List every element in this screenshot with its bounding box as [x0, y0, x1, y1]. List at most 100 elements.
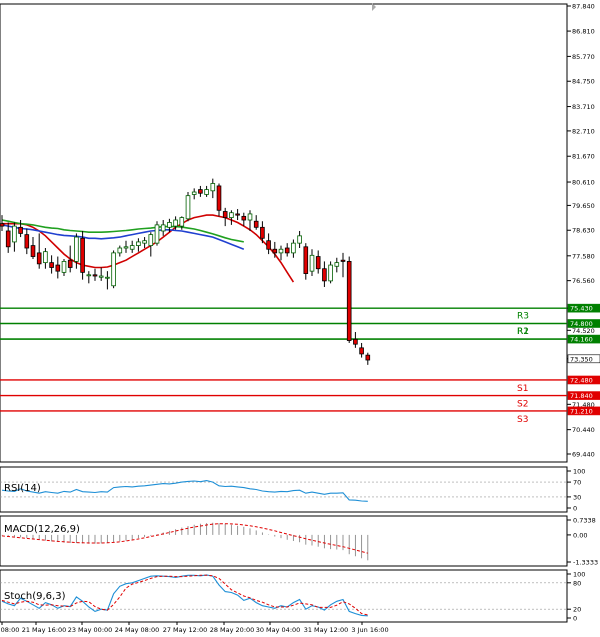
- price-tick-label: 70.440: [572, 426, 595, 434]
- time-tick-label: 08:00: [1, 626, 20, 634]
- candle-body: [185, 195, 191, 220]
- candle-body: [86, 274, 92, 277]
- candle-body: [154, 224, 160, 244]
- price-tag-label: 72.480: [570, 376, 593, 384]
- price-tick-label: 87.840: [572, 3, 595, 11]
- macd-pane-tick-label: 0.7338: [573, 517, 596, 525]
- rsi-pane-tick-label: 70: [573, 479, 581, 487]
- candle-body: [173, 219, 178, 227]
- candle-body: [253, 220, 259, 228]
- candle-body: [148, 234, 154, 246]
- price-tick-label: 79.650: [572, 202, 595, 210]
- price-tag-label: 74.800: [570, 320, 593, 328]
- candle-body: [105, 276, 110, 279]
- time-tick-label: 31 May 12:00: [304, 626, 349, 634]
- candle-body: [216, 185, 222, 211]
- rsi-pane-tick-label: 0: [573, 505, 577, 513]
- candle-body: [61, 261, 67, 273]
- macd-pane-frame: [0, 515, 568, 567]
- price-tick-label: 85.770: [572, 53, 595, 61]
- candle-body: [167, 222, 172, 228]
- rsi-label: RSI(14): [4, 483, 41, 494]
- candle-body: [260, 226, 265, 239]
- candle-body: [123, 246, 129, 249]
- candle-body: [222, 211, 228, 218]
- macd-pane-tick-label: -1.3333: [573, 559, 598, 567]
- candle-body: [198, 189, 203, 194]
- candle-body: [98, 275, 104, 278]
- price-tick-label: 86.810: [572, 28, 595, 36]
- candle-body: [309, 254, 315, 272]
- candle-body: [278, 248, 284, 254]
- candle-body: [12, 225, 17, 243]
- candle-body: [303, 246, 309, 274]
- price-tick-label: 78.630: [572, 227, 595, 235]
- candle-body: [229, 212, 234, 218]
- candle-body: [266, 240, 271, 250]
- price-tick-label: 84.750: [572, 78, 595, 86]
- candle-body: [129, 245, 135, 250]
- candle-body: [272, 248, 278, 254]
- candle-body: [55, 264, 61, 272]
- candle-body: [315, 256, 321, 270]
- candle-body: [5, 230, 11, 248]
- price-tick-label: 77.580: [572, 252, 595, 260]
- price-chart[interactable]: 87.840 86.810 85.770 84.750 83.710 82.710 81.6…: [0, 0, 600, 637]
- time-tick-label: 21 May 16:00: [22, 626, 67, 634]
- time-tick-label: 24 May 08:00: [115, 626, 160, 634]
- candle-body: [204, 189, 209, 195]
- main-pane-frame: [0, 3, 568, 463]
- candle-body: [142, 240, 147, 244]
- candle-body: [179, 217, 185, 227]
- candle-body: [117, 247, 123, 254]
- candle-body: [160, 224, 166, 232]
- stoch-pane-tick-label: 20: [573, 606, 581, 614]
- candle-body: [235, 213, 240, 216]
- time-tick-label: 23 May 00:00: [68, 626, 113, 634]
- candle-body: [340, 259, 346, 262]
- level-label: S1: [517, 384, 528, 394]
- candle-body: [92, 274, 98, 277]
- price-tick-label: 76.560: [572, 277, 595, 285]
- time-tick-label: 30 May 04:00: [256, 626, 301, 634]
- price-tag-label: 71.840: [570, 392, 593, 400]
- level-label: R3: [517, 311, 529, 321]
- price-tag-label: 75.430: [570, 305, 593, 313]
- candle-body: [322, 268, 327, 282]
- stoch-pane-tick-label: 80: [573, 579, 581, 587]
- candle-body: [247, 213, 253, 221]
- level-label: S2: [517, 400, 528, 410]
- price-tick-label: 74.520: [572, 327, 595, 335]
- candle-body: [30, 245, 36, 257]
- macd-label: MACD(12,26,9): [4, 524, 80, 535]
- candle-body: [43, 251, 48, 264]
- stoch-label: Stoch(9,6,3): [4, 591, 66, 602]
- price-tick-label: 69.440: [572, 451, 595, 459]
- macd-pane-tick-label: 0.00: [573, 531, 587, 539]
- candle-body: [0, 223, 5, 227]
- candle-body: [346, 261, 352, 341]
- price-tag-label: 74.160: [570, 336, 593, 344]
- candle-body: [191, 191, 197, 195]
- time-tick-label: 3 Jun 16:00: [351, 626, 388, 634]
- candle-body: [80, 237, 85, 273]
- candle-body: [136, 241, 141, 246]
- price-tag-label: 71.210: [570, 407, 593, 415]
- candle-body: [241, 215, 247, 221]
- candle-body: [359, 347, 364, 355]
- candle-body: [67, 259, 73, 268]
- candle-body: [210, 183, 216, 192]
- candle-body: [111, 252, 116, 287]
- stoch-pane-tick-label: 100: [573, 571, 585, 579]
- rsi-pane-tick-label: 100: [573, 468, 585, 476]
- stoch-pane-tick-label: 0: [573, 615, 577, 623]
- time-tick-label: 27 May 12:00: [163, 626, 208, 634]
- rsi-pane-frame: [0, 466, 568, 513]
- time-tick-label: 28 May 20:00: [210, 626, 255, 634]
- price-tick-label: 80.610: [572, 179, 595, 187]
- candle-body: [328, 264, 333, 282]
- candle-body: [334, 262, 340, 267]
- price-tick-label: 83.710: [572, 103, 595, 111]
- price-tick-label: 81.670: [572, 153, 595, 161]
- level-label: R1: [517, 327, 529, 337]
